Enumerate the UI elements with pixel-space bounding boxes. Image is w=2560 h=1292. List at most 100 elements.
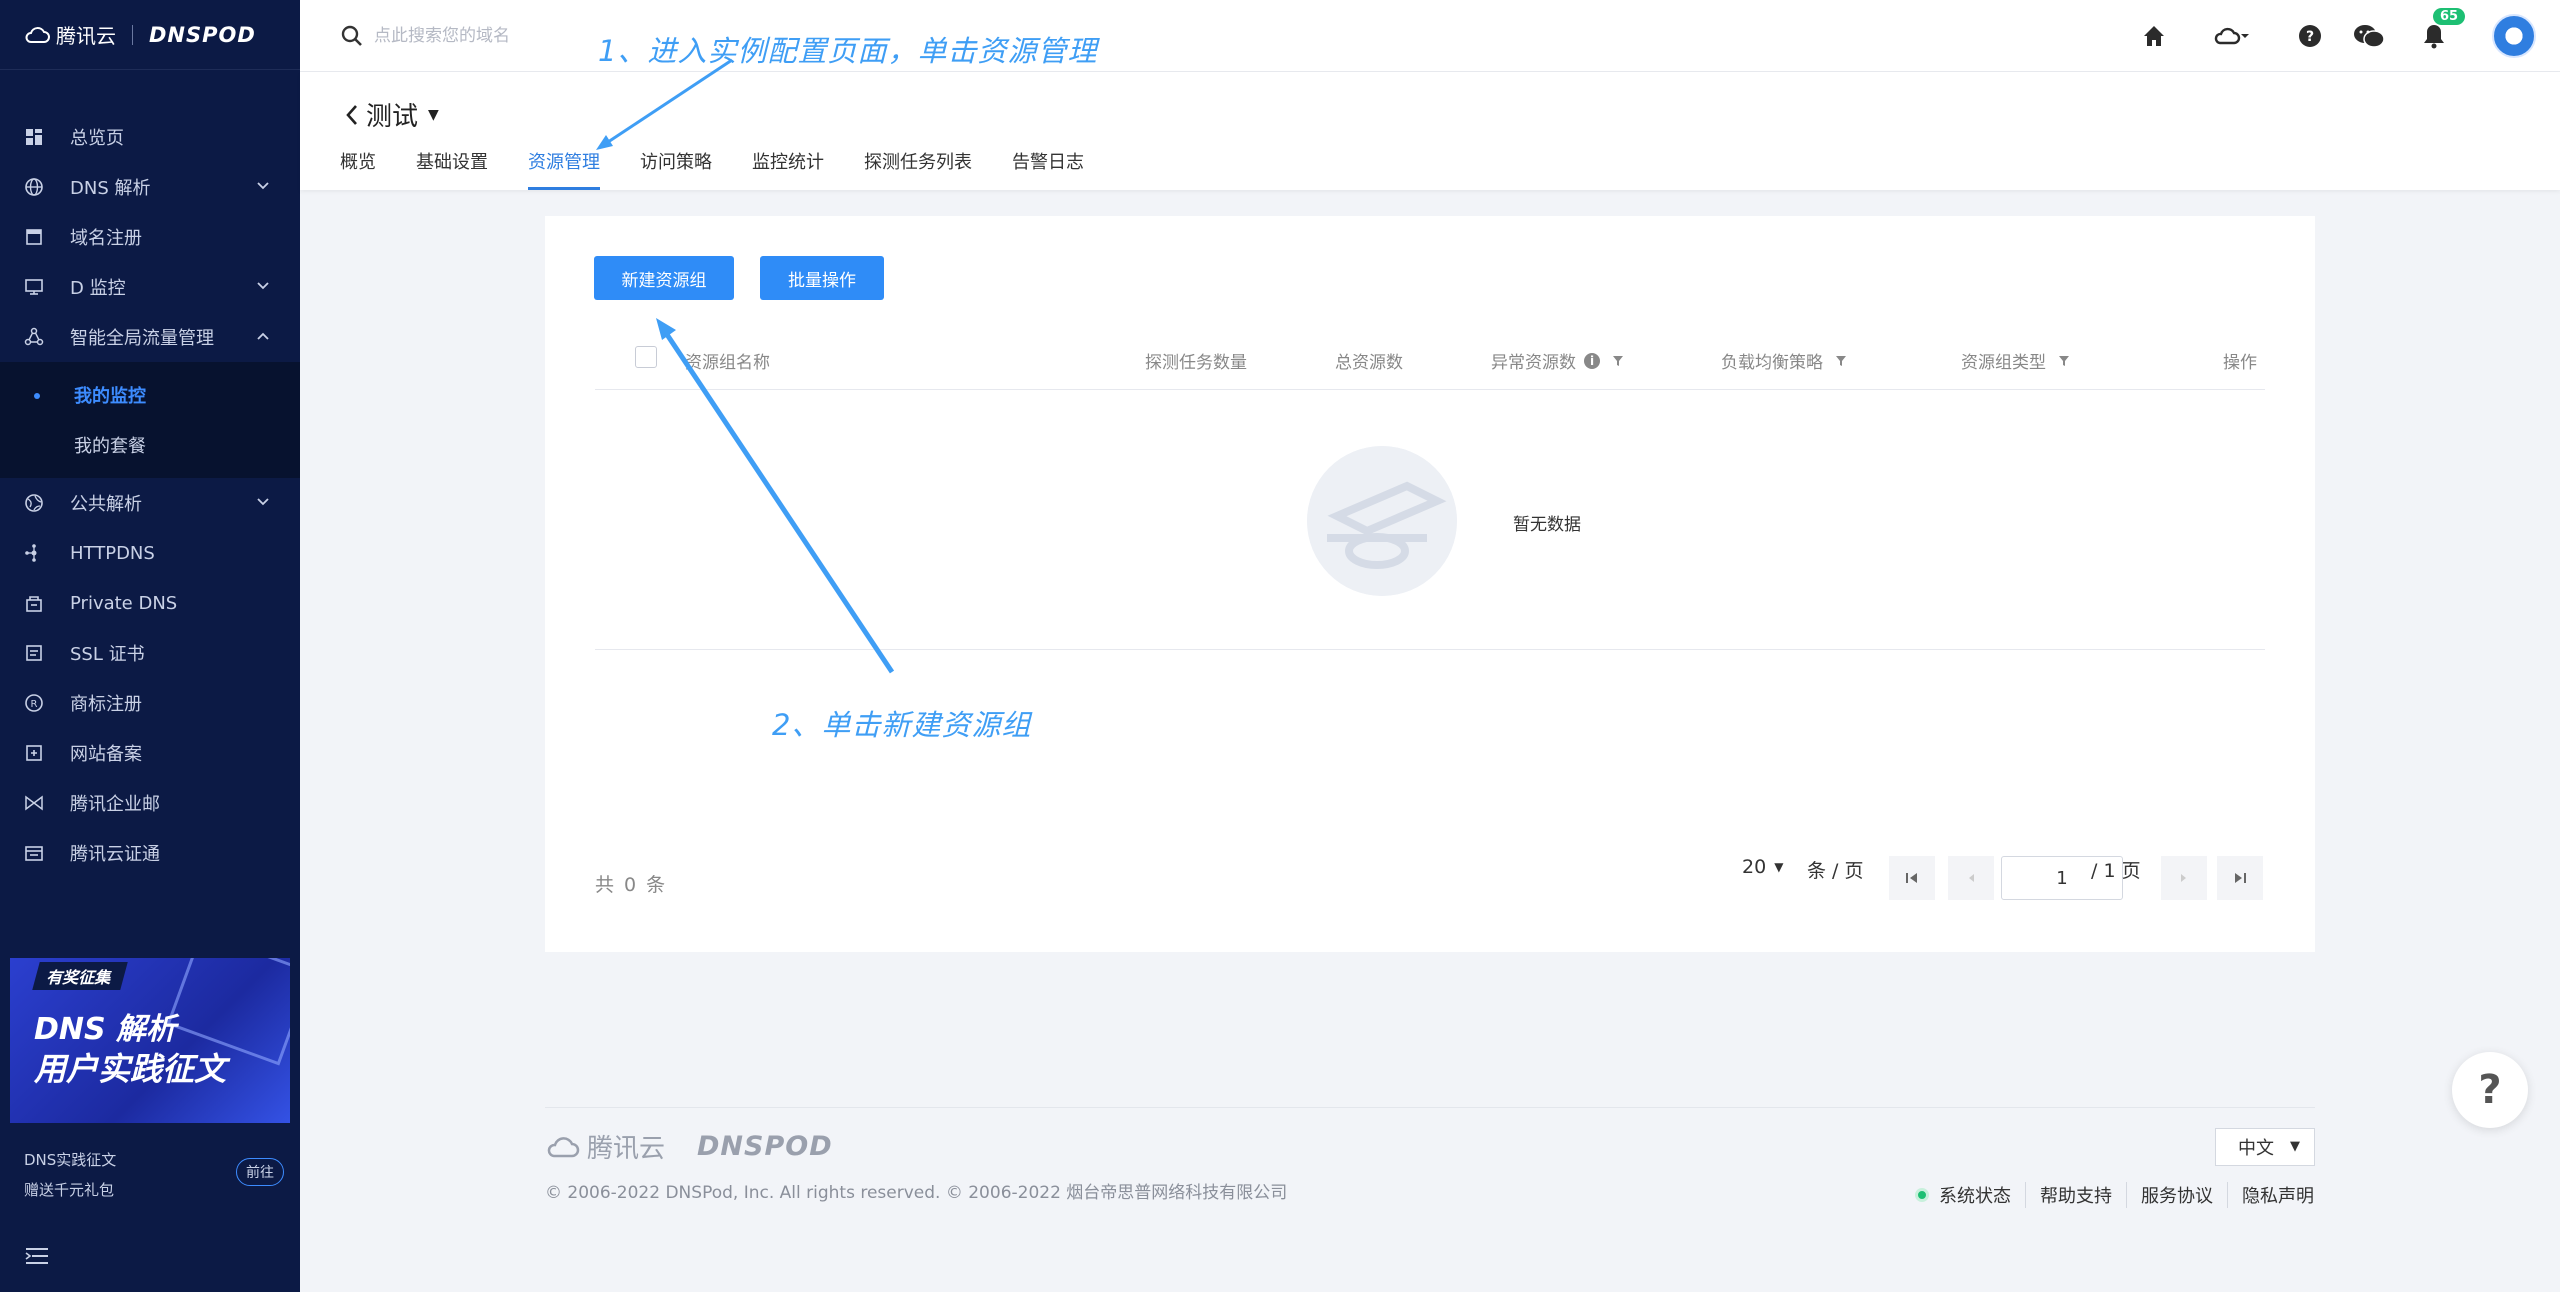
create-resource-group-button[interactable]: 新建资源组 (594, 256, 734, 300)
language-value: 中文 (2238, 1138, 2274, 1159)
avatar[interactable] (2492, 14, 2536, 58)
first-page-button[interactable] (1889, 856, 1935, 900)
chevron-left-icon[interactable] (342, 102, 362, 128)
tab-basic-settings[interactable]: 基础设置 (416, 146, 488, 190)
tab-resource-management[interactable]: 资源管理 (528, 146, 600, 190)
tencent-cloud-icon (547, 1136, 580, 1157)
floating-help-button[interactable]: ? (2452, 1052, 2528, 1128)
sidebar-item-label: 腾讯企业邮 (70, 794, 160, 815)
promo-line1: DNS实践征文 (24, 1151, 117, 1169)
filing-icon (24, 743, 44, 763)
tab-alarm-log[interactable]: 告警日志 (1012, 146, 1084, 190)
sidebar-item-private-dns[interactable]: Private DNS (0, 578, 300, 628)
bell-icon[interactable] (2420, 22, 2448, 50)
promo-banner[interactable]: 有奖征集 DNS 解析 用户实践征文 (10, 958, 290, 1123)
info-icon[interactable]: i (1584, 352, 1600, 369)
language-select[interactable]: 中文 ▼ (2215, 1128, 2315, 1166)
footer-link-terms[interactable]: 服务协议 (2126, 1182, 2227, 1208)
per-page-label: 条 / 页 (1807, 860, 1864, 882)
filter-icon[interactable] (1835, 355, 1847, 367)
sidebar-item-domain[interactable]: 域名注册 (0, 212, 300, 262)
table-header: 资源组名称 探测任务数量 总资源数 异常资源数 i 负载均衡策略 资源组类型 操… (595, 326, 2265, 390)
tab-monitor-stats[interactable]: 监控统计 (752, 146, 824, 190)
tab-access-policy[interactable]: 访问策略 (640, 146, 712, 190)
sidebar-item-id[interactable]: 腾讯云证通 (0, 828, 300, 878)
next-page-icon (2181, 874, 2186, 882)
sidebar-item-label: SSL 证书 (70, 644, 145, 665)
sidebar-item-httpdns[interactable]: HTTPDNS (0, 528, 300, 578)
promo-go-button[interactable]: 前往 (236, 1158, 284, 1186)
sidebar-item-my-monitor[interactable]: 我的监控 (0, 370, 300, 420)
prev-page-button[interactable] (1948, 856, 1994, 900)
sidebar-item-public-dns[interactable]: 公共解析 (0, 478, 300, 528)
sidebar: 腾讯云 DNSPOD 总览页 DNS 解析 域名注册 D 监控 智能全局流量管理 (0, 0, 300, 1292)
dashboard-icon (24, 127, 44, 147)
sidebar-menu: 总览页 DNS 解析 域名注册 D 监控 智能全局流量管理 我的监控 我的套餐 … (0, 112, 300, 878)
globe-alt-icon (24, 493, 44, 513)
sidebar-item-label: 公共解析 (70, 494, 142, 515)
sidebar-item-filing[interactable]: 网站备案 (0, 728, 300, 778)
chevron-up-icon (257, 332, 269, 340)
brand-logo[interactable]: 腾讯云 DNSPOD (0, 0, 300, 70)
select-all-checkbox[interactable] (635, 346, 657, 368)
last-page-icon (2235, 873, 2246, 883)
sidebar-item-overview[interactable]: 总览页 (0, 112, 300, 162)
chevron-down-icon (257, 182, 269, 190)
tab-overview[interactable]: 概览 (340, 146, 376, 190)
footer-link-privacy[interactable]: 隐私声明 (2227, 1182, 2328, 1208)
col-actions: 操作 (2223, 353, 2257, 373)
network-icon (24, 543, 44, 563)
calendar-icon (24, 227, 44, 247)
footer-link-help[interactable]: 帮助支持 (2025, 1182, 2126, 1208)
sidebar-item-mail[interactable]: 腾讯企业邮 (0, 778, 300, 828)
sidebar-item-trademark[interactable]: R 商标注册 (0, 678, 300, 728)
promo-text: DNS实践征文 赠送千元礼包 (24, 1145, 116, 1205)
private-icon (24, 593, 44, 613)
search-icon[interactable] (340, 24, 364, 48)
empty-text: 暂无数据 (1513, 515, 1581, 535)
sidebar-item-traffic[interactable]: 智能全局流量管理 (0, 312, 300, 362)
banner-title: DNS 解析 (34, 1012, 177, 1047)
banner-tag: 有奖征集 (32, 962, 128, 990)
sidebar-item-label: 腾讯云证通 (70, 844, 160, 865)
total-count: 共 0 条 (595, 874, 668, 896)
sidebar-item-label: 总览页 (70, 128, 124, 149)
col-group-name: 资源组名称 (685, 353, 770, 373)
caret-down-icon[interactable]: ▼ (428, 107, 439, 123)
filter-icon[interactable] (1612, 355, 1624, 367)
svg-text:?: ? (2306, 29, 2314, 45)
tab-probe-tasks[interactable]: 探测任务列表 (864, 146, 972, 190)
monitor-icon (24, 277, 44, 297)
page-size-select[interactable]: 20 ▼ (1742, 856, 1783, 878)
col-probe-count: 探测任务数量 (1145, 353, 1247, 373)
sidebar-item-dns[interactable]: DNS 解析 (0, 162, 300, 212)
sidebar-item-d-monitor[interactable]: D 监控 (0, 262, 300, 312)
sidebar-item-ssl[interactable]: SSL 证书 (0, 628, 300, 678)
collapse-menu-icon[interactable] (24, 1245, 50, 1267)
next-page-button[interactable] (2161, 856, 2207, 900)
filter-icon[interactable] (2058, 355, 2070, 367)
batch-operation-button[interactable]: 批量操作 (760, 256, 884, 300)
col-abnormal-label: 异常资源数 (1491, 353, 1576, 373)
notification-badge: 65 (2433, 8, 2466, 25)
sidebar-item-label: 网站备案 (70, 744, 142, 765)
empty-data-illustration (1307, 446, 1457, 596)
last-page-button[interactable] (2217, 856, 2263, 900)
promo-line2: 赠送千元礼包 (24, 1181, 115, 1199)
sidebar-item-my-plan[interactable]: 我的套餐 (0, 420, 300, 470)
brand-dnspod: DNSPOD (149, 22, 256, 47)
prev-page-icon (1969, 874, 1974, 882)
caret-down-icon: ▼ (2290, 1139, 2300, 1154)
instance-selector[interactable]: 测试 ▼ (342, 96, 439, 133)
help-icon[interactable]: ? (2296, 22, 2324, 50)
col-abnormal-resources: 异常资源数 i (1491, 348, 1624, 373)
footer-links: 系统状态 帮助支持 服务协议 隐私声明 (1915, 1182, 2328, 1208)
wechat-icon[interactable] (2352, 22, 2386, 50)
home-icon[interactable] (2140, 22, 2168, 50)
globe-icon (24, 177, 44, 197)
cloud-menu-icon[interactable] (2212, 22, 2250, 50)
footer-link-status[interactable]: 系统状态 (1939, 1182, 2025, 1208)
sidebar-item-label: DNS 解析 (70, 178, 151, 199)
status-ok-icon (1915, 1188, 1929, 1202)
copyright-text: © 2006-2022 DNSPod, Inc. All rights rese… (545, 1183, 1288, 1203)
